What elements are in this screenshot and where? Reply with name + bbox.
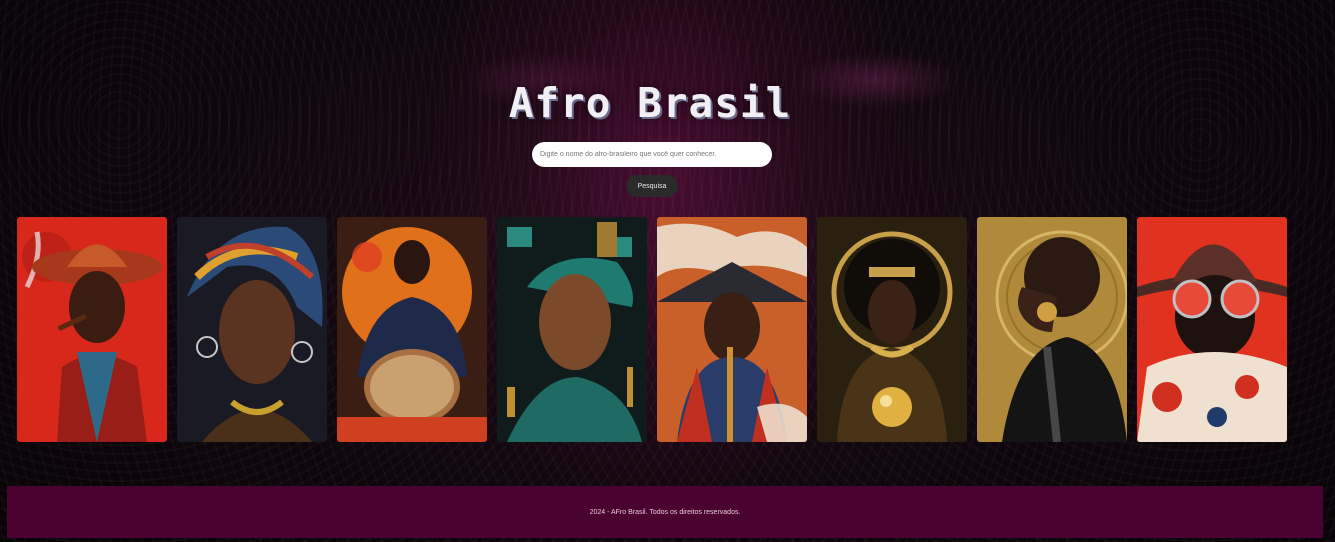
search-button[interactable]: Pesquisa: [626, 175, 678, 197]
portrait-card-4[interactable]: [497, 217, 647, 442]
portrait-gallery: [17, 217, 1287, 442]
portrait-image: [497, 217, 647, 442]
portrait-card-6[interactable]: [817, 217, 967, 442]
portrait-card-8[interactable]: [1137, 217, 1287, 442]
portrait-image: [657, 217, 807, 442]
portrait-card-7[interactable]: [977, 217, 1127, 442]
portrait-card-2[interactable]: [177, 217, 327, 442]
portrait-image: [817, 217, 967, 442]
portrait-card-3[interactable]: [337, 217, 487, 442]
search-input[interactable]: [532, 142, 772, 167]
portrait-image: [177, 217, 327, 442]
page-title: Afro Brasil: [508, 79, 792, 128]
portrait-card-5[interactable]: [657, 217, 807, 442]
portrait-image: [977, 217, 1127, 442]
portrait-card-1[interactable]: [17, 217, 167, 442]
portrait-image: [337, 217, 487, 442]
portrait-image: [1137, 217, 1287, 442]
portrait-image: [17, 217, 167, 442]
copyright-text: 2024 - AFro Brasil. Todos os direitos re…: [589, 508, 741, 516]
footer: 2024 - AFro Brasil. Todos os direitos re…: [7, 486, 1323, 538]
